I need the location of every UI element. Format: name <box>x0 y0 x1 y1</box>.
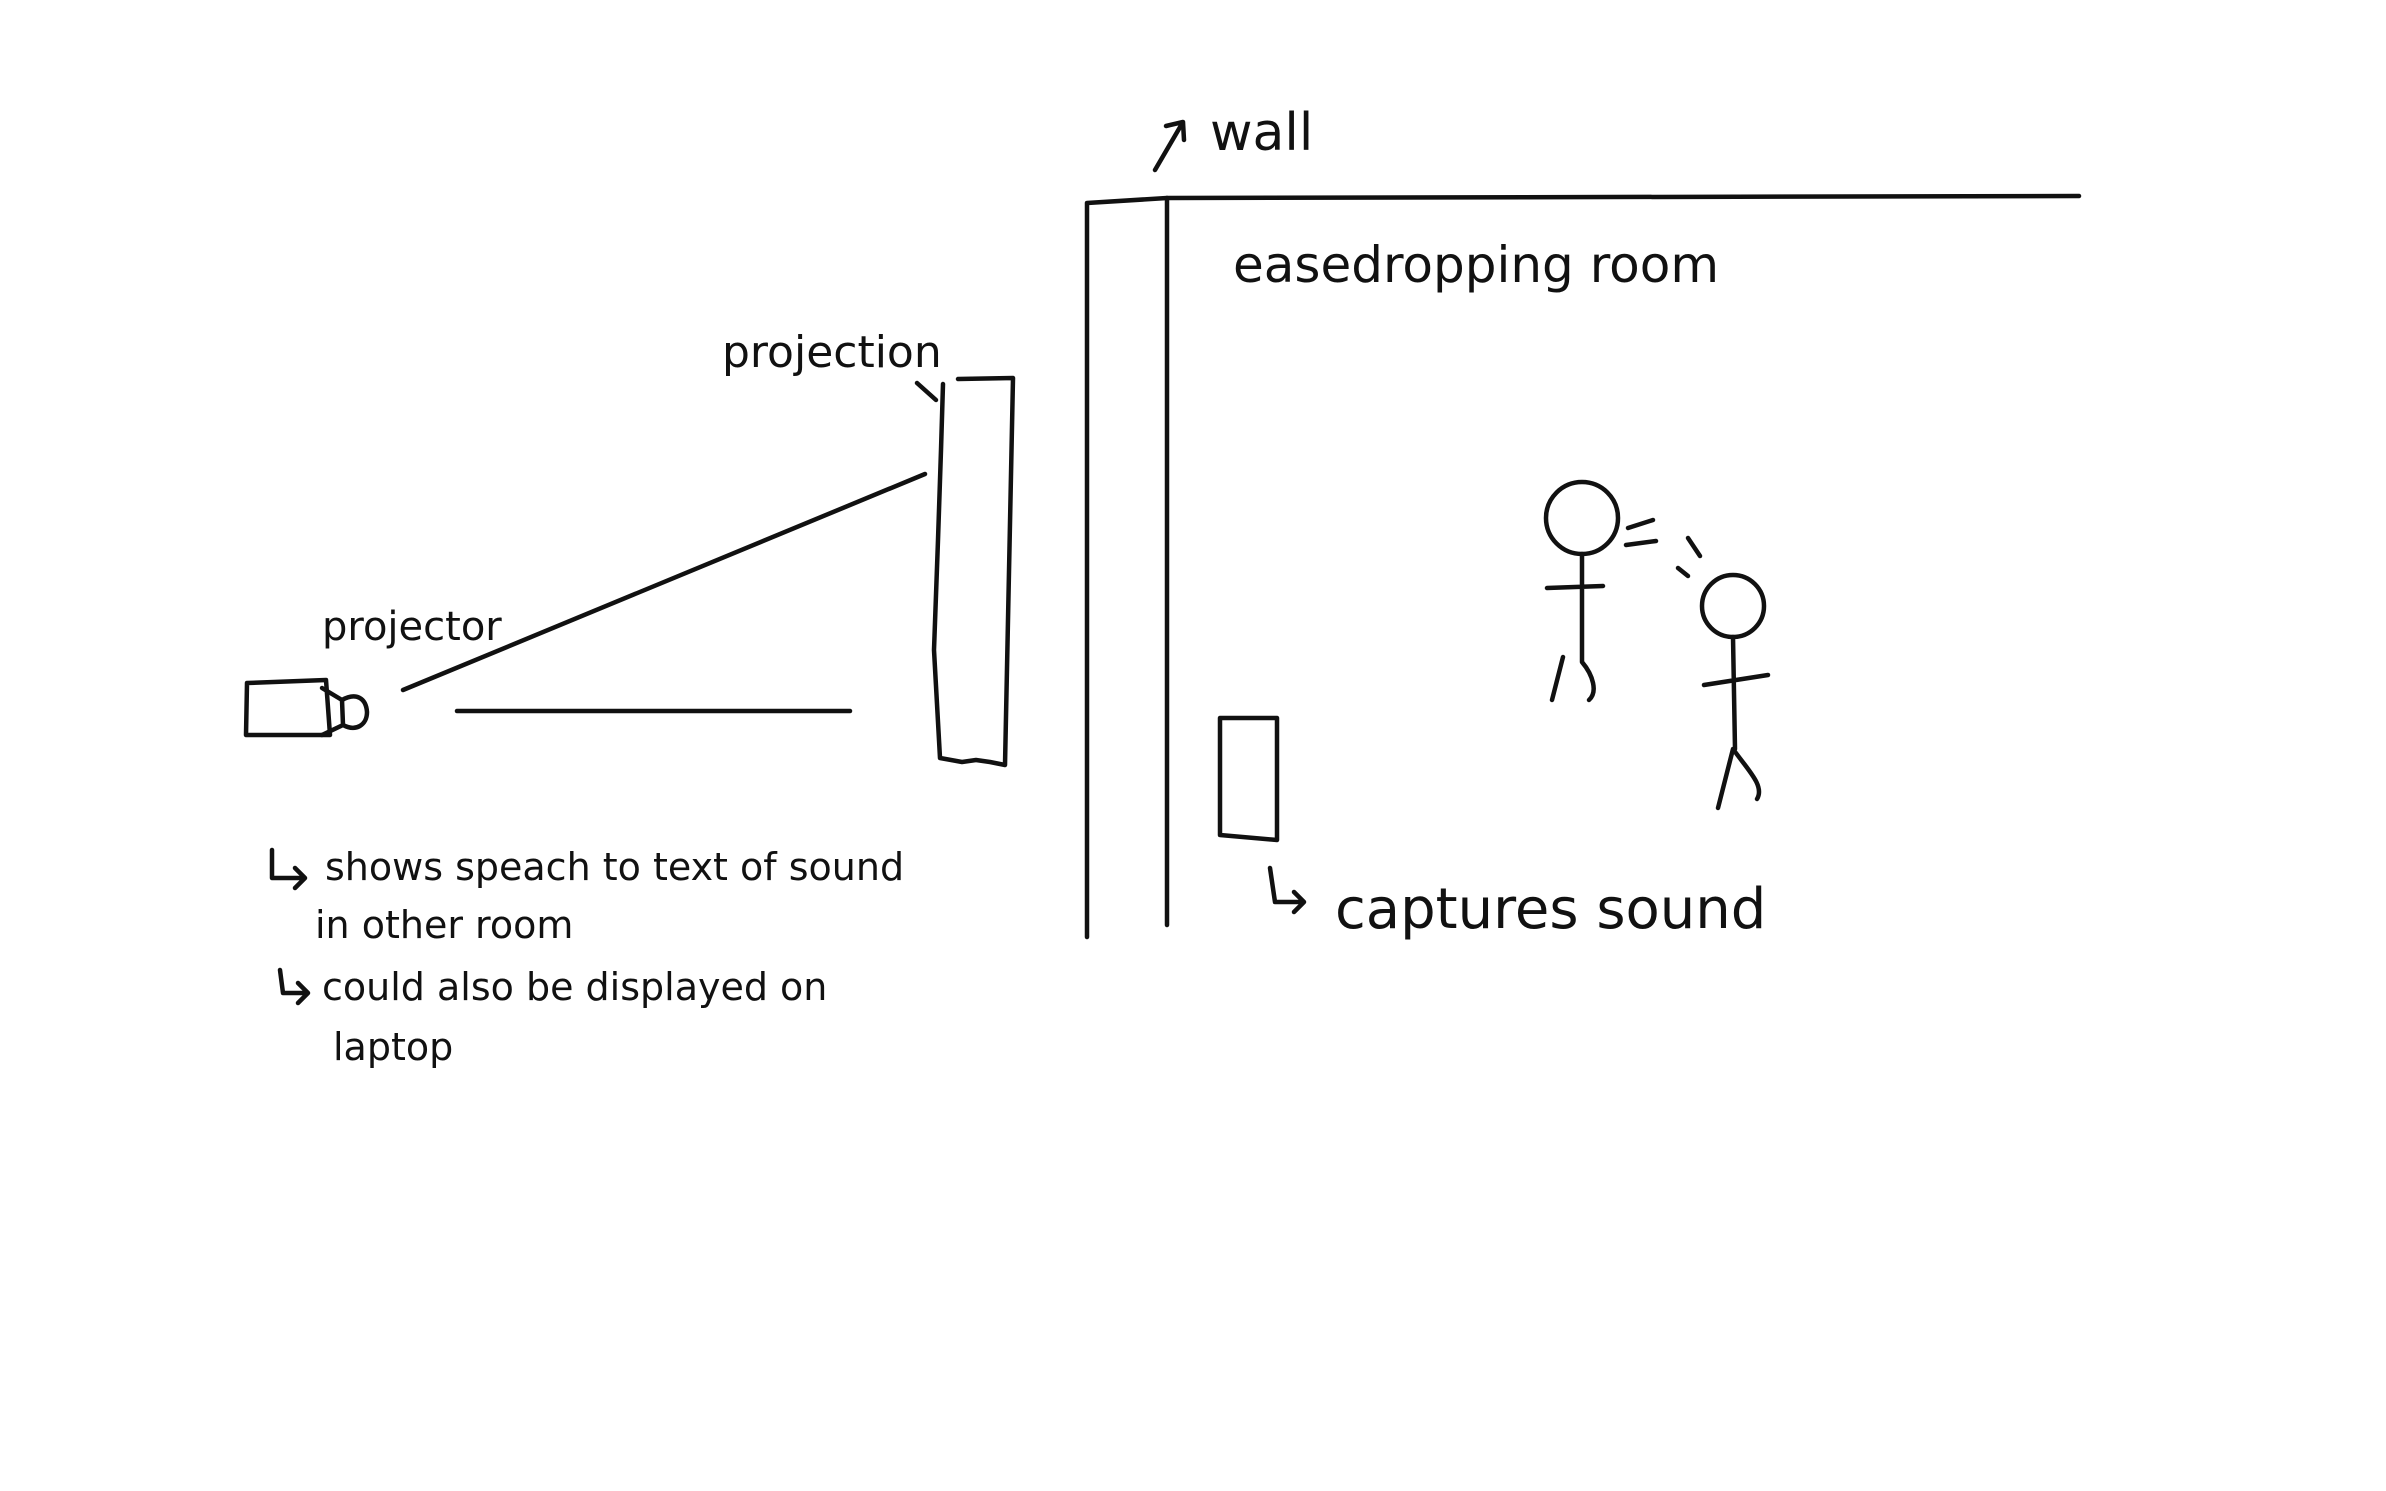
note-line-2: in other room <box>315 903 573 947</box>
sketch-canvas: wall easedropping room projection projec… <box>243 103 2082 1069</box>
captures-label: captures sound <box>1335 877 1766 942</box>
projection-screen <box>931 375 1016 768</box>
note-line-4: laptop <box>333 1025 453 1069</box>
projection-screen-outline <box>931 375 1016 768</box>
captures-arrow <box>1267 865 1307 915</box>
note-line-3: could also be displayed on <box>322 965 827 1009</box>
person-one-figure <box>1543 479 1621 703</box>
wall-annotation: wall <box>1152 103 1313 173</box>
microphone-device-outline <box>1217 715 1280 843</box>
speech-sound-mark-2 <box>1623 538 1659 548</box>
projection-beam-line <box>400 471 928 693</box>
note-line-1: shows speach to text of sound <box>325 845 904 889</box>
wall-outer-edge <box>1084 195 1170 940</box>
person-two-figure <box>1699 572 1771 811</box>
room-label: easedropping room <box>1233 236 1719 294</box>
microphone-device <box>1217 715 1280 843</box>
projector <box>243 677 370 738</box>
notes: shows speach to text of sound in other r… <box>269 845 904 1069</box>
speech-sound-mark-4 <box>1675 565 1691 579</box>
projector-body <box>243 677 333 738</box>
wall-label: wall <box>1210 103 1313 163</box>
person-two-head <box>1699 572 1767 640</box>
projection-annotation: projection <box>722 327 942 403</box>
person-one-head <box>1543 479 1621 557</box>
speech-sound-marks <box>1623 517 1703 579</box>
speech-sound-mark-3 <box>1685 535 1703 559</box>
note-arrow-2 <box>277 967 311 1006</box>
person-one-body <box>1544 551 1606 703</box>
projector-label: projector <box>322 604 502 650</box>
projection-pointer-line <box>914 380 939 403</box>
speech-sound-mark-1 <box>1625 517 1656 531</box>
note-arrow-1 <box>269 847 308 891</box>
person-two-body <box>1701 634 1771 811</box>
wall-pointer-arrow <box>1152 119 1187 173</box>
captures-sound-annotation: captures sound <box>1267 865 1766 942</box>
wall-inner-edge <box>1164 193 2082 928</box>
projection-label: projection <box>722 327 942 378</box>
